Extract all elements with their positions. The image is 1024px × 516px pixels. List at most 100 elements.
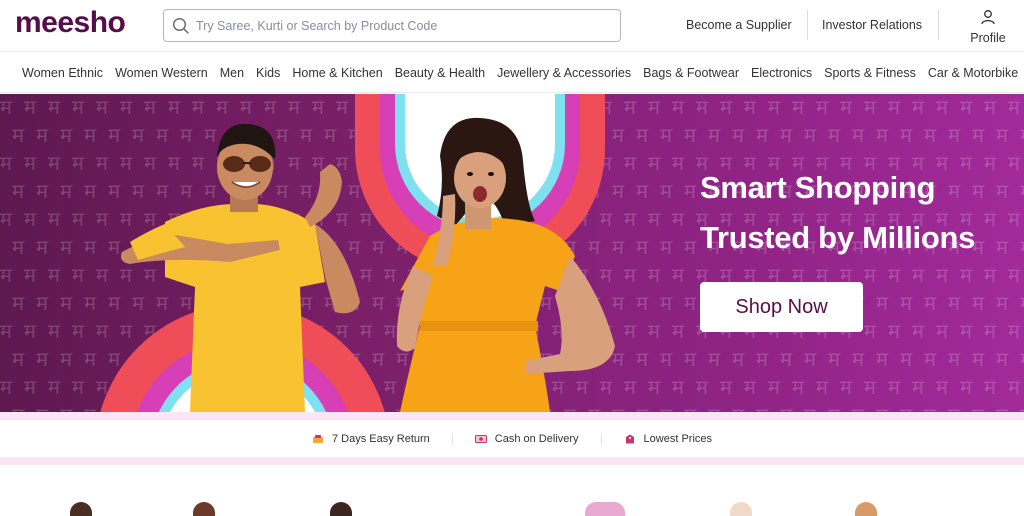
pattern-letter: म bbox=[672, 95, 685, 119]
pattern-letter: म bbox=[804, 347, 817, 371]
pattern-letter: म bbox=[852, 403, 865, 412]
category-women-western[interactable]: Women Western bbox=[115, 66, 208, 80]
pattern-letter: म bbox=[1020, 235, 1024, 259]
pattern-letter: म bbox=[660, 403, 673, 412]
search-bar[interactable] bbox=[163, 9, 621, 42]
category-thumbnail[interactable] bbox=[730, 502, 752, 516]
value-prop-label: 7 Days Easy Return bbox=[331, 432, 430, 445]
search-input[interactable] bbox=[196, 18, 616, 33]
pattern-letter: म bbox=[984, 95, 997, 119]
pattern-letter: म bbox=[0, 207, 13, 231]
category-thumbnail[interactable] bbox=[585, 502, 625, 516]
pattern-letter: म bbox=[864, 375, 877, 399]
pattern-letter: म bbox=[60, 347, 73, 371]
meesho-logo[interactable]: meesho bbox=[15, 6, 126, 40]
pattern-letter: म bbox=[960, 263, 973, 287]
shop-now-button[interactable]: Shop Now bbox=[700, 282, 863, 332]
pattern-letter: म bbox=[36, 123, 49, 147]
pattern-letter: म bbox=[756, 123, 769, 147]
pattern-letter: म bbox=[684, 179, 697, 203]
hero-headline-line2: Trusted by Millions bbox=[700, 220, 976, 255]
pattern-letter: म bbox=[888, 263, 901, 287]
pattern-letter: म bbox=[636, 235, 649, 259]
become-supplier-link[interactable]: Become a Supplier bbox=[686, 18, 792, 32]
profile-button[interactable]: Profile bbox=[966, 9, 1010, 45]
pattern-letter: म bbox=[948, 123, 961, 147]
pattern-letter: म bbox=[996, 291, 1009, 315]
pattern-letter: म bbox=[972, 291, 985, 315]
pattern-letter: म bbox=[1008, 151, 1021, 175]
category-jewellery-accessories[interactable]: Jewellery & Accessories bbox=[497, 66, 631, 80]
pattern-letter: म bbox=[996, 347, 1009, 371]
pattern-letter: म bbox=[720, 375, 733, 399]
search-icon bbox=[172, 17, 189, 34]
pattern-letter: म bbox=[732, 403, 745, 412]
pattern-letter: म bbox=[756, 347, 769, 371]
pattern-letter: म bbox=[852, 347, 865, 371]
pattern-letter: म bbox=[768, 375, 781, 399]
pattern-letter: म bbox=[12, 347, 25, 371]
pattern-letter: म bbox=[864, 95, 877, 119]
category-sports-fitness[interactable]: Sports & Fitness bbox=[824, 66, 916, 80]
pattern-letter: म bbox=[732, 123, 745, 147]
pattern-letter: म bbox=[960, 95, 973, 119]
category-bags-footwear[interactable]: Bags & Footwear bbox=[643, 66, 739, 80]
pattern-letter: म bbox=[960, 375, 973, 399]
pattern-letter: म bbox=[672, 207, 685, 231]
category-nav: Women Ethnic Women Western Men Kids Home… bbox=[0, 53, 1024, 93]
category-kids[interactable]: Kids bbox=[256, 66, 280, 80]
pattern-letter: म bbox=[876, 291, 889, 315]
category-thumbnail[interactable] bbox=[70, 502, 92, 516]
investor-relations-link[interactable]: Investor Relations bbox=[822, 18, 922, 32]
hero-headline-line1: Smart Shopping bbox=[700, 170, 936, 205]
pattern-letter: म bbox=[924, 403, 937, 412]
pattern-letter: म bbox=[84, 403, 97, 412]
category-thumbnail[interactable] bbox=[193, 502, 215, 516]
category-electronics[interactable]: Electronics bbox=[751, 66, 812, 80]
pattern-letter: म bbox=[900, 347, 913, 371]
pattern-letter: म bbox=[36, 235, 49, 259]
profile-label: Profile bbox=[970, 31, 1006, 45]
pattern-letter: म bbox=[1020, 179, 1024, 203]
hero-banner[interactable]: मममममममममममममममममममममममममममममममममममममममम… bbox=[0, 94, 1024, 412]
pattern-letter: म bbox=[1008, 375, 1021, 399]
pattern-letter: म bbox=[864, 319, 877, 343]
pattern-letter: म bbox=[24, 375, 37, 399]
pattern-letter: म bbox=[48, 95, 61, 119]
pattern-letter: म bbox=[660, 179, 673, 203]
pattern-letter: म bbox=[624, 95, 637, 119]
category-thumbnail[interactable] bbox=[330, 502, 352, 516]
pattern-letter: म bbox=[936, 375, 949, 399]
category-beauty-health[interactable]: Beauty & Health bbox=[395, 66, 485, 80]
pattern-letter: म bbox=[696, 375, 709, 399]
value-props-strip: 7 Days Easy Return Cash on Delivery Lowe… bbox=[0, 419, 1024, 457]
pattern-letter: म bbox=[12, 235, 25, 259]
pattern-letter: म bbox=[948, 179, 961, 203]
category-home-kitchen[interactable]: Home & Kitchen bbox=[292, 66, 382, 80]
pattern-letter: म bbox=[96, 151, 109, 175]
pattern-letter: म bbox=[708, 403, 721, 412]
pattern-letter: म bbox=[672, 263, 685, 287]
pattern-letter: म bbox=[0, 263, 13, 287]
category-women-ethnic[interactable]: Women Ethnic bbox=[22, 66, 103, 80]
pattern-letter: म bbox=[780, 403, 793, 412]
pattern-letter: म bbox=[648, 95, 661, 119]
pattern-letter: म bbox=[828, 123, 841, 147]
category-thumbnail[interactable] bbox=[855, 502, 877, 516]
pattern-letter: म bbox=[72, 263, 85, 287]
pattern-letter: म bbox=[1008, 207, 1021, 231]
pattern-letter: म bbox=[804, 403, 817, 412]
pattern-letter: म bbox=[636, 123, 649, 147]
category-men[interactable]: Men bbox=[220, 66, 244, 80]
category-car-motorbike[interactable]: Car & Motorbike bbox=[928, 66, 1018, 80]
pattern-letter: म bbox=[660, 123, 673, 147]
pattern-letter: म bbox=[24, 151, 37, 175]
pattern-letter: म bbox=[792, 95, 805, 119]
pattern-letter: म bbox=[972, 123, 985, 147]
pattern-letter: म bbox=[936, 95, 949, 119]
pattern-letter: म bbox=[984, 263, 997, 287]
pattern-letter: म bbox=[708, 347, 721, 371]
pattern-letter: म bbox=[48, 319, 61, 343]
pattern-letter: म bbox=[960, 319, 973, 343]
pattern-letter: म bbox=[924, 347, 937, 371]
